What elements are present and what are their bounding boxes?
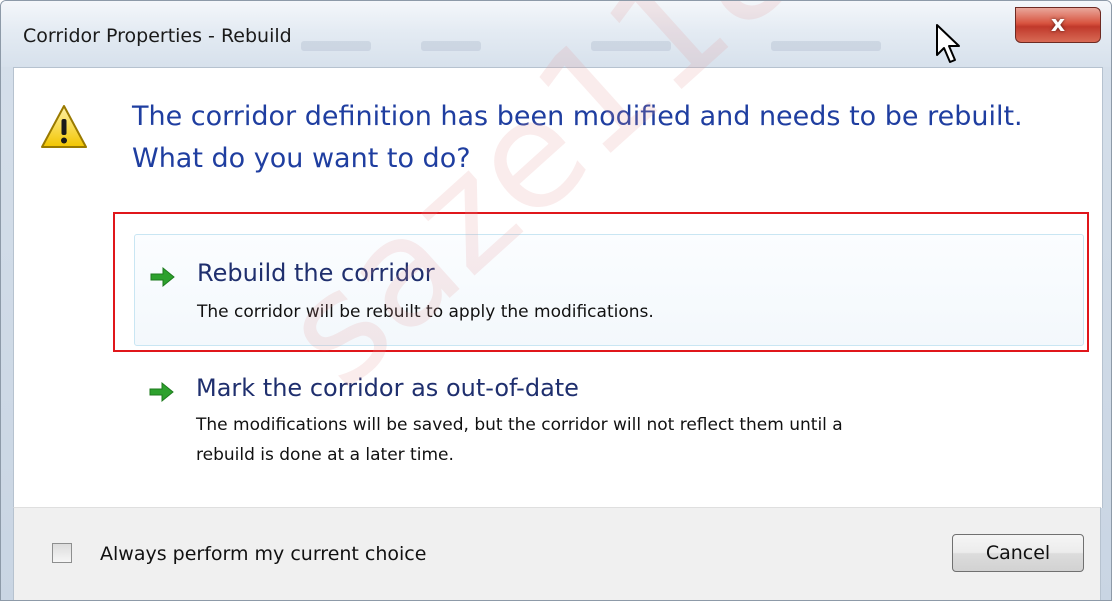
option-description-line: The modifications will be saved, but the… bbox=[196, 415, 843, 435]
checkbox-label[interactable]: Always perform my current choice bbox=[100, 543, 426, 565]
option-description-line: rebuild is done at a later time. bbox=[196, 445, 454, 465]
option-rebuild-corridor[interactable]: Rebuild the corridor The corridor will b… bbox=[134, 234, 1084, 346]
option-description: The corridor will be rebuilt to apply th… bbox=[197, 302, 654, 322]
dialog-window: Corridor Properties - Rebuild x The corr… bbox=[0, 0, 1112, 601]
background-blur bbox=[421, 41, 481, 51]
message-line-2: What do you want to do? bbox=[132, 143, 471, 174]
option-title: Mark the corridor as out-of-date bbox=[196, 374, 579, 402]
title-bar[interactable]: Corridor Properties - Rebuild x bbox=[1, 1, 1111, 67]
option-description: The modifications will be saved, but the… bbox=[196, 410, 1046, 470]
background-blur bbox=[301, 41, 371, 51]
option-title: Rebuild the corridor bbox=[197, 259, 435, 287]
dialog-footer: Always perform my current choice Cancel bbox=[13, 507, 1101, 600]
close-icon: x bbox=[1050, 12, 1066, 37]
option-mark-out-of-date[interactable]: Mark the corridor as out-of-date The mod… bbox=[134, 358, 1084, 478]
mouse-cursor-icon bbox=[936, 24, 960, 63]
cancel-button[interactable]: Cancel bbox=[952, 534, 1084, 572]
warning-icon bbox=[41, 105, 87, 148]
arrow-right-icon bbox=[150, 266, 175, 288]
background-blur bbox=[591, 41, 671, 51]
window-title: Corridor Properties - Rebuild bbox=[23, 25, 292, 47]
background-blur bbox=[771, 41, 881, 51]
close-button[interactable]: x bbox=[1015, 7, 1101, 43]
message-heading: The corridor definition has been modifie… bbox=[132, 96, 1072, 180]
arrow-right-icon bbox=[149, 381, 174, 403]
dialog-content: The corridor definition has been modifie… bbox=[13, 67, 1103, 508]
message-line-1: The corridor definition has been modifie… bbox=[132, 101, 1023, 132]
always-perform-checkbox[interactable] bbox=[52, 543, 72, 563]
